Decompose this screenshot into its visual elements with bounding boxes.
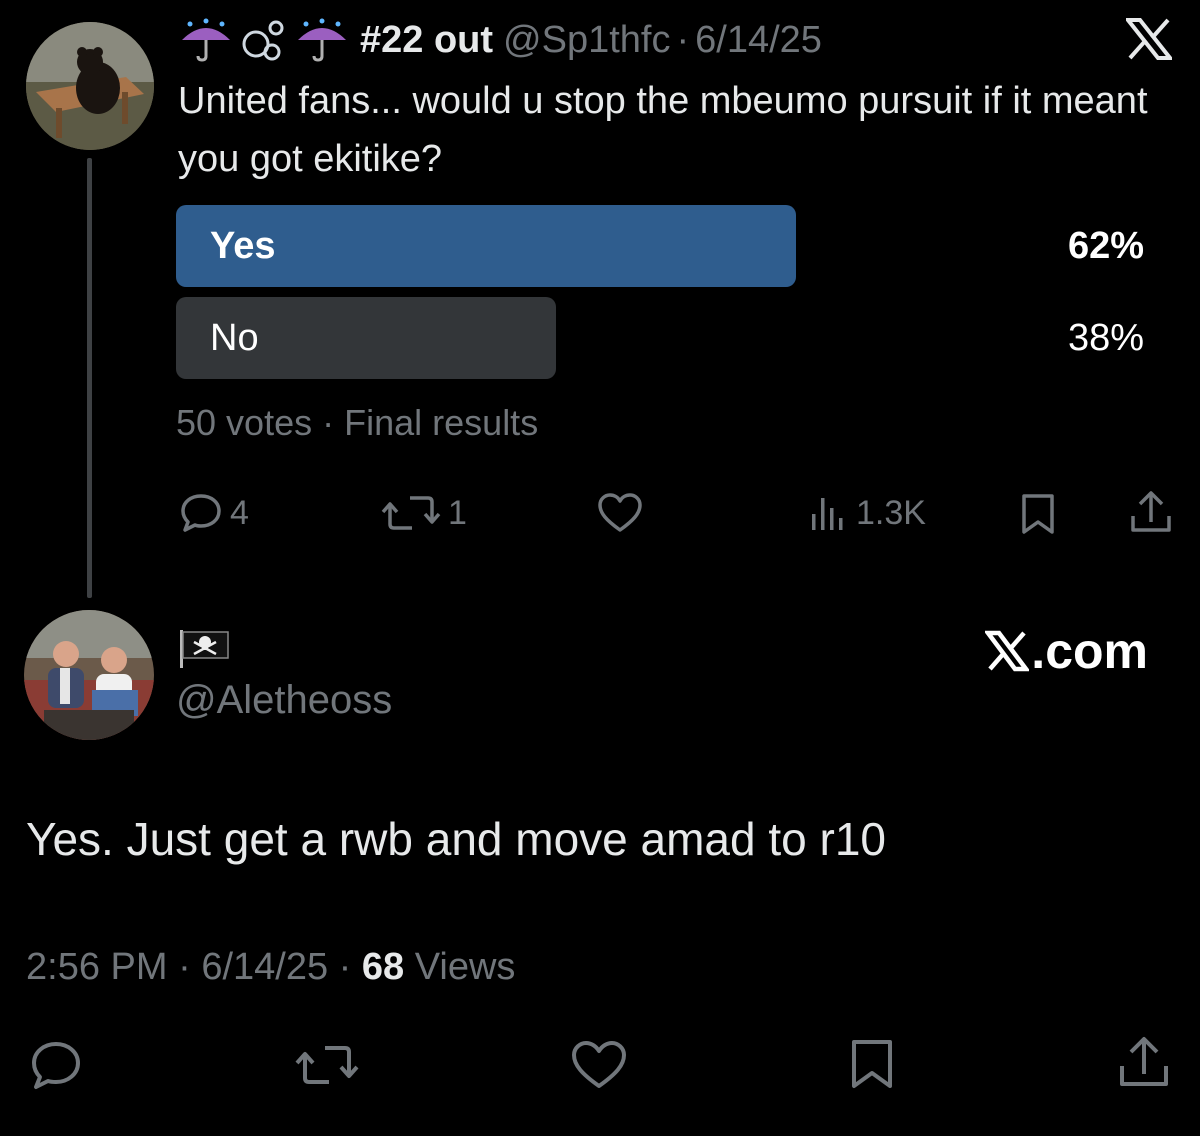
x-logo-icon <box>1123 18 1175 60</box>
poll-option-percent: 38% <box>1067 317 1144 359</box>
views-count: 1.3K <box>856 493 926 532</box>
meta-separator: · <box>178 946 191 988</box>
repost-icon <box>295 1046 359 1084</box>
poll-votes: 50 votes <box>176 402 313 443</box>
reply-button[interactable] <box>28 1038 84 1092</box>
repost-count: 1 <box>448 493 467 532</box>
poll-option-percent: 62% <box>1067 225 1144 267</box>
reply-date[interactable]: 6/14/25 <box>201 946 328 988</box>
views-chart-icon <box>812 498 843 530</box>
reply-author-handle[interactable]: @Aletheoss <box>176 678 392 723</box>
bookmark-button[interactable] <box>1016 490 1060 538</box>
poll-status: Final results <box>344 402 539 443</box>
share-icon <box>1131 491 1171 532</box>
reply-icon <box>32 1042 80 1089</box>
repost-button[interactable]: 1 <box>380 490 467 536</box>
repost-icon <box>381 496 441 530</box>
share-button[interactable] <box>1128 488 1174 538</box>
poll-option-label: Yes <box>210 225 276 267</box>
reply-views-label: Views <box>414 946 516 988</box>
poll-meta-separator: · <box>322 402 335 443</box>
x-logo-icon <box>985 630 1030 672</box>
pirate-flag-icon <box>178 628 230 668</box>
share-button[interactable] <box>1116 1034 1172 1092</box>
bubbles-icon <box>240 18 288 62</box>
heart-icon <box>598 493 642 532</box>
reply-icon <box>181 494 221 532</box>
reply-time[interactable]: 2:56 PM <box>26 946 168 988</box>
repost-button[interactable] <box>294 1038 360 1092</box>
reply-author-avatar[interactable] <box>24 610 154 740</box>
umbrella-rain-icon <box>178 18 234 62</box>
poll-meta: 50 votes · Final results <box>176 402 538 444</box>
author-avatar[interactable] <box>26 22 154 150</box>
watermark-text: .com <box>1031 623 1148 679</box>
share-icon <box>1120 1037 1168 1086</box>
reply-meta: 2:56 PM · 6/14/25 · 68 Views <box>26 946 515 989</box>
thread-connector-line <box>87 158 92 598</box>
bookmark-icon <box>852 1040 892 1088</box>
tweet-header: #22 out @Sp1thfc · 6/14/25 <box>178 12 822 68</box>
author-handle[interactable]: @Sp1thfc <box>503 19 670 62</box>
reply-button[interactable]: 4 <box>178 490 249 536</box>
poll-option-label: No <box>210 317 259 359</box>
tweet-date[interactable]: 6/14/25 <box>695 19 822 62</box>
author-display-name[interactable]: #22 out <box>360 19 493 62</box>
views-button[interactable]: 1.3K <box>808 490 926 536</box>
header-separator: · <box>676 18 690 61</box>
like-button[interactable] <box>596 490 650 536</box>
heart-icon <box>572 1041 626 1088</box>
umbrella-rain-icon <box>294 18 350 62</box>
tweet-text: United fans... would u stop the mbeumo p… <box>178 80 1148 180</box>
reply-text: Yes. Just get a rwb and move amad to r10 <box>26 813 887 865</box>
poll-option-no: No 38% <box>176 297 1144 379</box>
like-button[interactable] <box>570 1038 628 1092</box>
poll-option-yes: Yes 62% <box>176 205 1144 287</box>
meta-separator: · <box>338 946 352 988</box>
bookmark-icon <box>1022 494 1054 534</box>
x-com-watermark: .com <box>985 622 1148 680</box>
reply-views-count: 68 <box>361 946 405 988</box>
reply-count: 4 <box>230 493 249 532</box>
bookmark-button[interactable] <box>846 1036 898 1092</box>
